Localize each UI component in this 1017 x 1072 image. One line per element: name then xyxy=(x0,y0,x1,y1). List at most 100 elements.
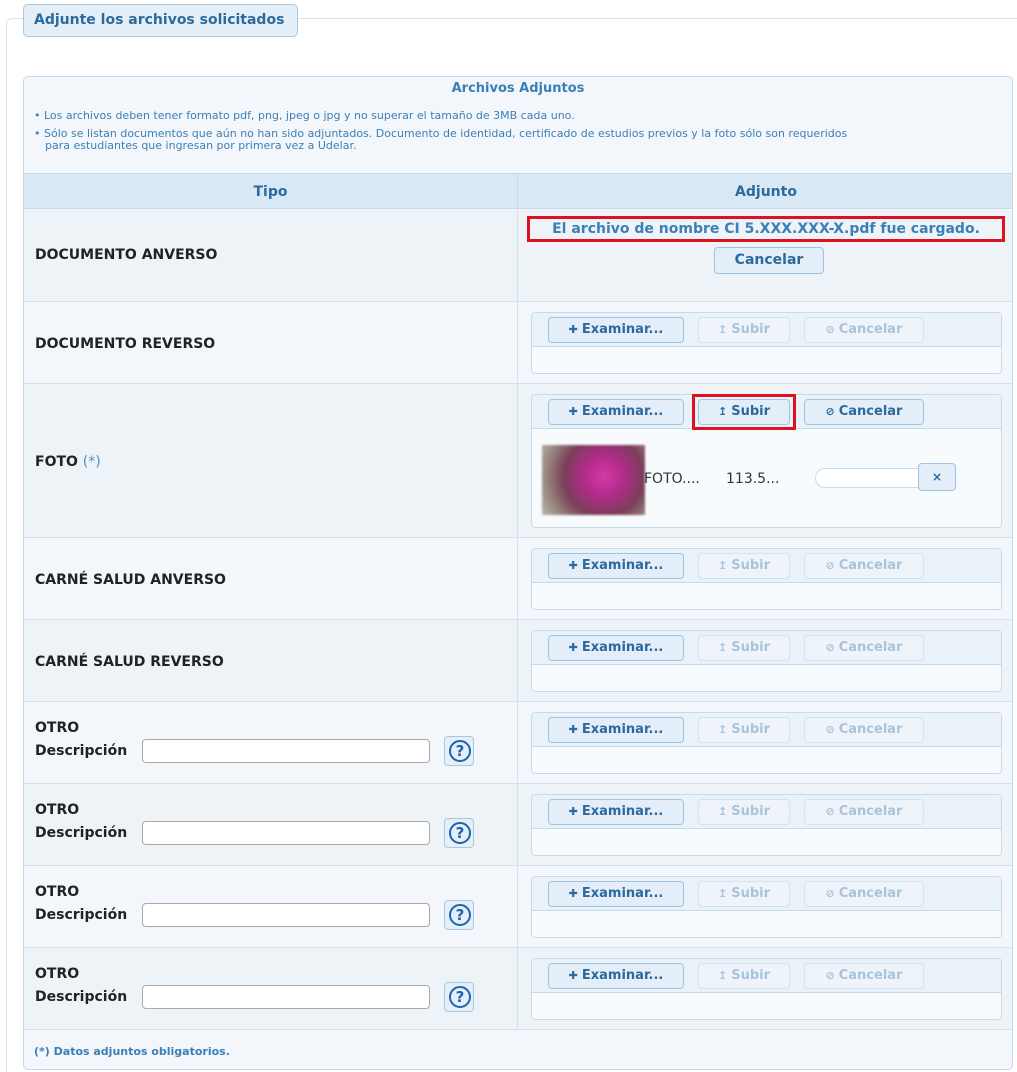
upload-icon: ↥ xyxy=(717,887,728,900)
help-icon: ? xyxy=(449,740,471,762)
panel-title: Archivos Adjuntos xyxy=(451,81,585,96)
required-mark: (*) xyxy=(82,454,101,470)
table-row: FOTO (*) ✚ Examinar... ↥ Subir ⊘ Cancelar F… xyxy=(24,384,1012,538)
cancel-upload-button[interactable]: Cancelar xyxy=(714,247,824,274)
cancel-icon: ⊘ xyxy=(825,405,835,418)
upload-icon: ↥ xyxy=(717,323,728,336)
browse-button[interactable]: ✚ Examinar... xyxy=(548,399,684,425)
table-row: CARNÉ SALUD ANVERSO ✚ Examinar... ↥ Subir … xyxy=(24,538,1012,620)
cancel-button[interactable]: ⊘ Cancelar xyxy=(804,317,924,343)
cancel-icon: ⊘ xyxy=(825,805,835,818)
cancel-button[interactable]: ⊘ Cancelar xyxy=(804,963,924,989)
upload-button[interactable]: ↥ Subir xyxy=(698,963,790,989)
table-row: DOCUMENTO ANVERSO El archivo de nombre C… xyxy=(24,210,1012,302)
cancel-icon: ⊘ xyxy=(825,323,835,336)
cancel-icon: ⊘ xyxy=(825,641,835,654)
column-header-adjunto: Adjunto xyxy=(517,173,1012,209)
file-uploader: ✚ Examinar... ↥ Subir ⊘ Cancelar xyxy=(531,958,1002,1020)
row-label: OTRO xyxy=(35,884,80,900)
upload-button[interactable]: ↥ Subir xyxy=(698,553,790,579)
file-name: FOTO.... xyxy=(644,471,700,487)
browse-button[interactable]: ✚ Examinar... xyxy=(548,317,684,343)
upload-icon: ↥ xyxy=(717,805,728,818)
plus-icon: ✚ xyxy=(568,641,578,654)
browse-button[interactable]: ✚ Examinar... xyxy=(548,881,684,907)
browse-button[interactable]: ✚ Examinar... xyxy=(548,553,684,579)
table-row: CARNÉ SALUD REVERSO ✚ Examinar... ↥ Subir … xyxy=(24,620,1012,702)
column-header-tipo: Tipo xyxy=(24,173,517,209)
file-queue-item: FOTO.... 113.5... × xyxy=(540,441,994,517)
plus-icon: ✚ xyxy=(568,723,578,736)
plus-icon: ✚ xyxy=(568,805,578,818)
table-row: OTRO Descripción ? ✚ Examinar... ↥ Subir ⊘… xyxy=(24,784,1012,866)
cancel-button[interactable]: ⊘ Cancelar xyxy=(804,717,924,743)
description-label: Descripción xyxy=(35,907,128,923)
plus-icon: ✚ xyxy=(568,969,578,982)
row-label: CARNÉ SALUD ANVERSO xyxy=(35,572,226,588)
description-label: Descripción xyxy=(35,989,128,1005)
plus-icon: ✚ xyxy=(568,887,578,900)
description-input[interactable] xyxy=(142,739,430,763)
help-icon: ? xyxy=(449,904,471,926)
browse-button[interactable]: ✚ Examinar... xyxy=(548,635,684,661)
description-input[interactable] xyxy=(142,985,430,1009)
row-label: OTRO xyxy=(35,720,80,736)
cancel-button[interactable]: ⊘ Cancelar xyxy=(804,553,924,579)
plus-icon: ✚ xyxy=(568,559,578,572)
row-label: OTRO xyxy=(35,966,80,982)
remove-file-button[interactable]: × xyxy=(918,463,956,491)
upload-button[interactable]: ↥ Subir xyxy=(698,317,790,343)
plus-icon: ✚ xyxy=(568,405,578,418)
upload-button[interactable]: ↥ Subir xyxy=(698,717,790,743)
table-row: OTRO Descripción ? ✚ Examinar... ↥ Subir ⊘… xyxy=(24,866,1012,948)
description-input[interactable] xyxy=(142,903,430,927)
cancel-icon: ⊘ xyxy=(825,887,835,900)
cancel-icon: ⊘ xyxy=(825,723,835,736)
cancel-button[interactable]: ⊘ Cancelar xyxy=(804,635,924,661)
cancel-icon: ⊘ xyxy=(825,559,835,572)
file-uploader: ✚ Examinar... ↥ Subir ⊘ Cancelar xyxy=(531,712,1002,774)
browse-button[interactable]: ✚ Examinar... xyxy=(548,717,684,743)
file-loaded-message: El archivo de nombre CI 5.XXX.XXX-X.pdf … xyxy=(527,216,1005,242)
table-row: OTRO Descripción ? ✚ Examinar... ↥ Subir ⊘… xyxy=(24,948,1012,1030)
upload-highlight-box xyxy=(692,394,796,430)
file-uploader: ✚ Examinar... ↥ Subir ⊘ Cancelar xyxy=(531,876,1002,938)
upload-progress-bar xyxy=(815,468,919,488)
help-icon: ? xyxy=(449,986,471,1008)
format-note: • Los archivos deben tener formato pdf, … xyxy=(34,109,575,122)
table-row: DOCUMENTO REVERSO ✚ Examinar... ↥ Subir ⊘ C… xyxy=(24,302,1012,384)
help-button[interactable]: ? xyxy=(444,982,474,1012)
file-uploader: ✚ Examinar... ↥ Subir ⊘ Cancelar xyxy=(531,794,1002,856)
section-legend: Adjunte los archivos solicitados xyxy=(23,4,298,37)
cancel-icon: ⊘ xyxy=(825,969,835,982)
upload-button[interactable]: ↥ Subir xyxy=(698,635,790,661)
description-input[interactable] xyxy=(142,821,430,845)
browse-button[interactable]: ✚ Examinar... xyxy=(548,963,684,989)
help-icon: ? xyxy=(449,822,471,844)
file-uploader: ✚ Examinar... ↥ Subir ⊘ Cancelar xyxy=(531,630,1002,692)
row-label: OTRO xyxy=(35,802,80,818)
help-button[interactable]: ? xyxy=(444,736,474,766)
file-size: 113.5... xyxy=(726,471,780,487)
table-row: OTRO Descripción ? ✚ Examinar... ↥ Subir ⊘… xyxy=(24,702,1012,784)
plus-icon: ✚ xyxy=(568,323,578,336)
attachments-panel: Archivos Adjuntos • Los archivos deben t… xyxy=(23,76,1013,1070)
photo-thumbnail xyxy=(542,445,645,515)
browse-button[interactable]: ✚ Examinar... xyxy=(548,799,684,825)
upload-button[interactable]: ↥ Subir xyxy=(698,881,790,907)
help-button[interactable]: ? xyxy=(444,818,474,848)
row-label: DOCUMENTO REVERSO xyxy=(35,336,216,352)
upload-icon: ↥ xyxy=(717,559,728,572)
help-button[interactable]: ? xyxy=(444,900,474,930)
listing-note-cont: para estudiantes que ingresan por primer… xyxy=(45,139,357,152)
cancel-button[interactable]: ⊘ Cancelar xyxy=(804,399,924,425)
cancel-button[interactable]: ⊘ Cancelar xyxy=(804,799,924,825)
upload-icon: ↥ xyxy=(717,723,728,736)
cancel-button[interactable]: ⊘ Cancelar xyxy=(804,881,924,907)
required-footnote: (*) Datos adjuntos obligatorios. xyxy=(34,1045,230,1058)
upload-button[interactable]: ↥ Subir xyxy=(698,799,790,825)
row-label: FOTO (*) xyxy=(35,454,101,470)
file-uploader: ✚ Examinar... ↥ Subir ⊘ Cancelar xyxy=(531,312,1002,374)
description-label: Descripción xyxy=(35,825,128,841)
upload-icon: ↥ xyxy=(717,969,728,982)
